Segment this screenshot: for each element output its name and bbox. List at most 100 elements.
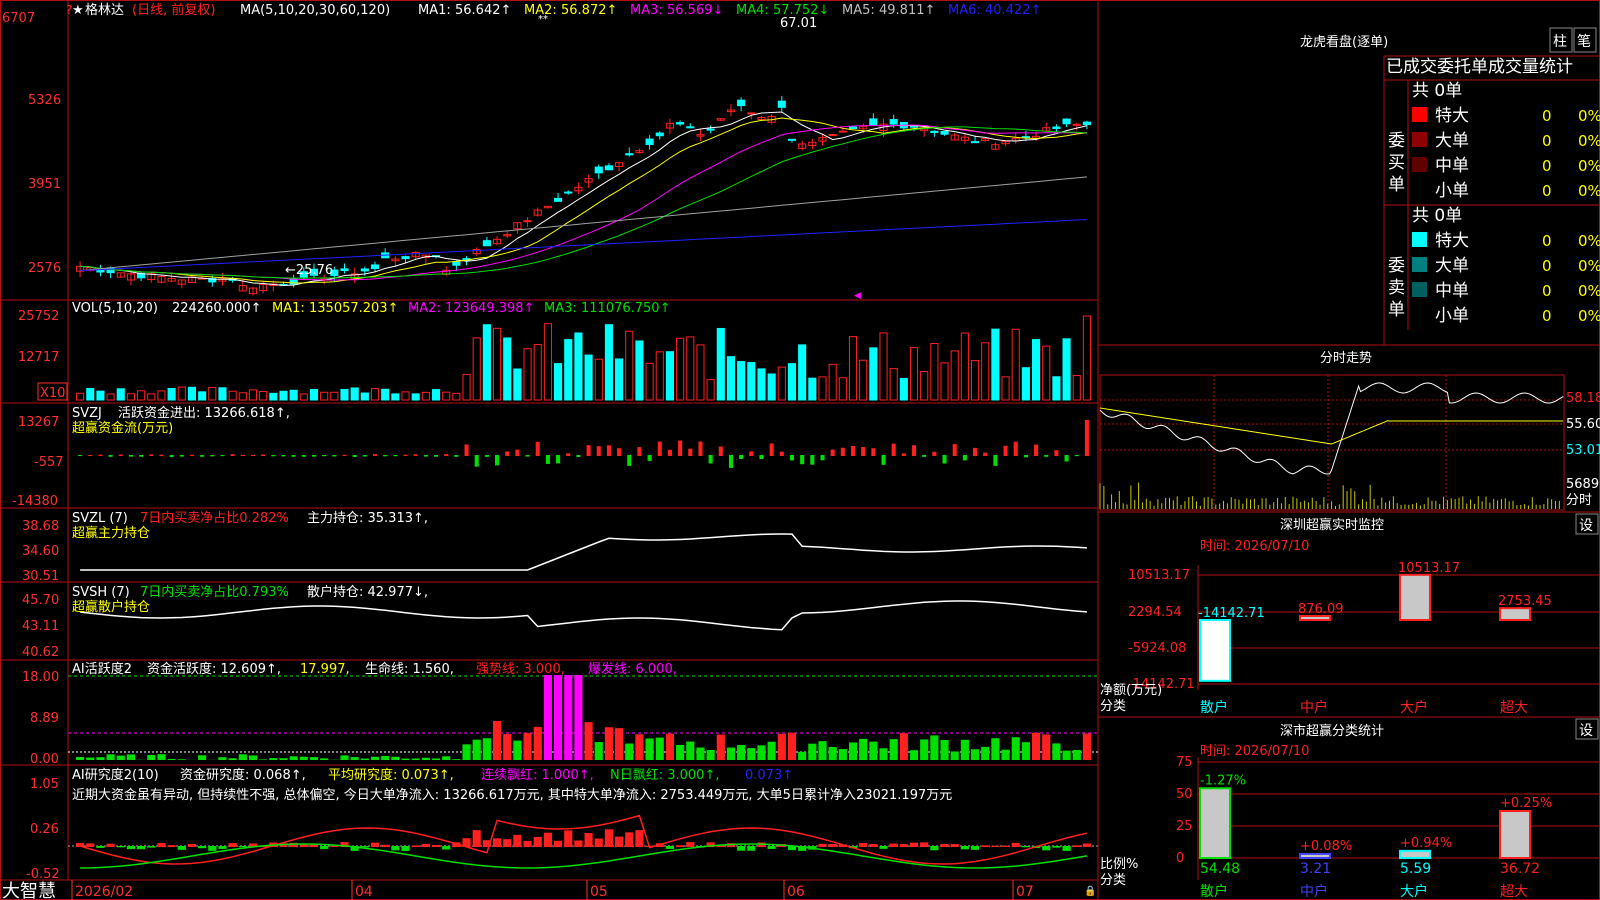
research-bar[interactable] [574, 840, 583, 847]
fund-flow-bar[interactable] [1044, 455, 1049, 457]
activity-bar[interactable] [594, 742, 603, 760]
activity-bar[interactable] [747, 748, 756, 760]
fund-flow-bar[interactable] [362, 455, 367, 457]
ai-research-chart[interactable] [68, 814, 1098, 869]
fund-flow-bar[interactable] [98, 454, 103, 456]
volume-bar[interactable] [309, 389, 319, 401]
research-bar[interactable] [157, 842, 166, 847]
activity-bar[interactable] [737, 744, 746, 760]
volume-bar[interactable] [818, 376, 827, 401]
activity-bar[interactable] [533, 726, 542, 760]
monitor-bar[interactable] [1399, 573, 1431, 622]
fund-flow-bar[interactable] [1003, 445, 1008, 456]
activity-bar[interactable] [777, 733, 786, 760]
activity-bar[interactable] [391, 756, 400, 760]
volume-bar[interactable] [259, 391, 268, 401]
volume-bar[interactable] [981, 342, 990, 401]
research-bar[interactable] [513, 834, 522, 847]
fund-flow-bar[interactable] [789, 455, 795, 461]
fund-flow-bar[interactable] [88, 454, 93, 456]
fund-flow-bar[interactable] [596, 446, 601, 456]
volume-bar[interactable] [737, 361, 746, 401]
activity-bar[interactable] [940, 739, 949, 760]
volume-bar[interactable] [350, 387, 359, 401]
fund-flow-bar[interactable] [444, 454, 449, 456]
volume-bar[interactable] [391, 393, 400, 401]
activity-bar[interactable] [442, 756, 451, 760]
volume-bar[interactable] [1082, 315, 1091, 401]
volume-bar[interactable] [828, 363, 837, 401]
fund-flow-bar[interactable] [454, 455, 459, 457]
research-bar[interactable] [411, 845, 420, 847]
volume-bar[interactable] [696, 344, 705, 401]
research-bar[interactable] [960, 846, 969, 850]
candle[interactable] [370, 264, 380, 270]
fund-flow-bar[interactable] [647, 455, 652, 461]
monitor-bar[interactable] [1199, 619, 1231, 682]
activity-bar[interactable] [218, 757, 227, 760]
activity-bar[interactable] [716, 734, 725, 760]
fund-flow-bar[interactable] [718, 446, 723, 456]
volume-bar[interactable] [594, 358, 603, 401]
candle[interactable] [686, 126, 695, 129]
activity-bar[interactable] [360, 758, 369, 760]
volume-bar[interactable] [137, 390, 146, 401]
fund-flow-bar[interactable] [210, 455, 215, 457]
fund-flow-bar[interactable] [993, 455, 998, 466]
fund-flow-bar[interactable] [678, 440, 683, 456]
volume-bar[interactable] [503, 337, 512, 401]
volume-bar[interactable] [340, 388, 349, 401]
research-bar[interactable] [1011, 842, 1020, 847]
research-bar[interactable] [431, 844, 441, 847]
research-bar[interactable] [1001, 845, 1010, 847]
fund-flow-bar[interactable] [139, 455, 144, 457]
research-bar[interactable] [228, 843, 237, 847]
research-bar[interactable] [869, 844, 878, 847]
activity-bar[interactable] [798, 751, 807, 760]
fund-flow-bar[interactable] [189, 454, 194, 456]
fund-flow-bar[interactable] [179, 455, 184, 457]
volume-bar[interactable] [442, 391, 451, 401]
fund-flow-bar[interactable] [881, 455, 886, 465]
fund-flow-bar[interactable] [810, 455, 815, 465]
volume-bar[interactable] [879, 332, 888, 401]
fund-flow-bar[interactable] [891, 443, 896, 456]
candle[interactable] [645, 138, 654, 146]
research-bar[interactable] [940, 844, 949, 847]
activity-bar[interactable] [899, 733, 908, 760]
research-bar[interactable] [503, 839, 512, 847]
fund-flow-bar[interactable] [423, 455, 428, 457]
volume-bar[interactable] [564, 339, 573, 401]
activity-bar[interactable] [838, 749, 847, 760]
fund-flow-bar[interactable] [830, 449, 835, 456]
class-bar-chart[interactable]: 75 50 25 0 -1.27% 54.48 散户 +0.08% 3.21 中户 +0.94% 5.… [1176, 755, 1600, 900]
activity-bar[interactable] [1052, 743, 1061, 760]
research-bar[interactable] [828, 843, 837, 847]
fund-flow-bar[interactable] [352, 455, 357, 457]
research-bar[interactable] [859, 842, 868, 847]
activity-bar[interactable] [574, 675, 583, 760]
research-bar[interactable] [238, 846, 247, 848]
volume-bar[interactable] [1032, 339, 1041, 401]
research-bar[interactable] [320, 846, 329, 850]
activity-bar[interactable] [238, 754, 247, 760]
fund-flow-bar[interactable] [576, 455, 581, 458]
candle[interactable] [340, 268, 349, 272]
activity-bar[interactable] [655, 737, 664, 760]
volume-bar[interactable] [665, 351, 675, 401]
fund-flow-bar[interactable] [311, 455, 317, 457]
research-bar[interactable] [676, 845, 685, 847]
volume-chart[interactable] [76, 315, 1091, 401]
research-bar[interactable] [187, 843, 197, 847]
activity-bar[interactable] [564, 675, 573, 760]
monitor-bar[interactable] [1499, 607, 1531, 621]
volume-bar[interactable] [991, 328, 1000, 401]
candle[interactable] [970, 141, 980, 144]
volume-bar[interactable] [533, 344, 542, 401]
activity-bar[interactable] [787, 732, 797, 760]
retail-position-chart[interactable] [80, 600, 1087, 631]
fund-flow-bar[interactable] [332, 455, 337, 457]
fund-flow-bar[interactable] [240, 454, 245, 456]
activity-bar[interactable] [1082, 733, 1091, 760]
volume-bar[interactable] [1062, 338, 1071, 401]
